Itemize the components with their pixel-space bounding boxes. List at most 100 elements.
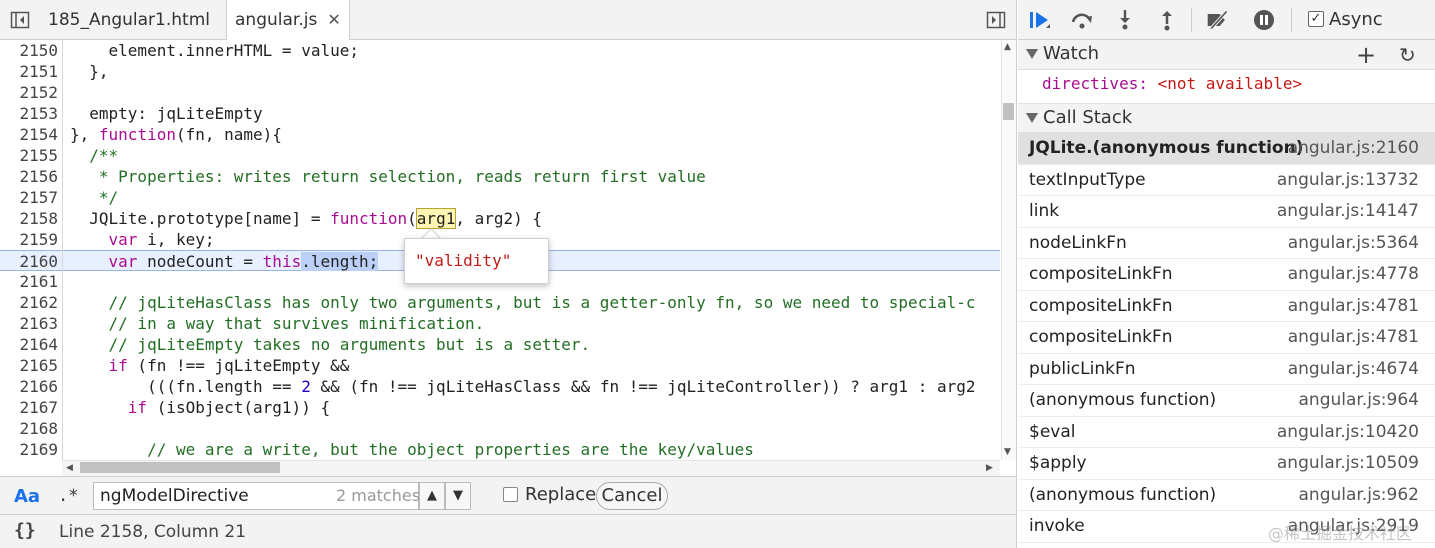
call-frame[interactable]: JQLite.(anonymous function) angular.js:21… bbox=[1018, 133, 1435, 165]
code-line[interactable]: 2151 }, bbox=[0, 61, 1000, 82]
line-number[interactable]: 2165 bbox=[0, 355, 58, 376]
code-line[interactable]: 2165 if (fn !== jqLiteEmpty && bbox=[0, 355, 1000, 376]
call-frame[interactable]: textInputType angular.js:13732 bbox=[1018, 165, 1435, 196]
vertical-scroll-thumb[interactable] bbox=[1003, 103, 1014, 120]
call-frame[interactable]: (anonymous function) angular.js:962 bbox=[1018, 480, 1435, 511]
tab-angular-js[interactable]: angular.js ✕ bbox=[226, 0, 350, 41]
close-tab-icon[interactable]: ✕ bbox=[327, 0, 340, 40]
line-number[interactable]: 2161 bbox=[0, 271, 58, 292]
line-number[interactable]: 2164 bbox=[0, 334, 58, 355]
code-line[interactable]: 2162 // jqLiteHasClass has only two argu… bbox=[0, 292, 1000, 313]
regex-toggle[interactable]: .* bbox=[58, 486, 78, 506]
scroll-down-icon[interactable]: ▼ bbox=[1004, 447, 1011, 457]
code-line[interactable]: 2167 if (isObject(arg1)) { bbox=[0, 397, 1000, 418]
watch-expression[interactable]: directives: <not available> bbox=[1042, 72, 1302, 96]
add-watch-icon[interactable]: + bbox=[1356, 41, 1376, 69]
call-frame[interactable]: $apply angular.js:10509 bbox=[1018, 448, 1435, 480]
code-text: var i, key; bbox=[70, 229, 215, 250]
pretty-print-icon[interactable]: {} bbox=[14, 520, 36, 541]
code-line[interactable]: 2156 * Properties: writes return selecti… bbox=[0, 166, 1000, 187]
pause-on-exceptions-icon[interactable] bbox=[1252, 8, 1276, 32]
call-frame-location[interactable]: angular.js:13732 bbox=[1277, 170, 1419, 190]
call-frame-location[interactable]: angular.js:962 bbox=[1299, 485, 1420, 505]
call-frame[interactable]: $eval angular.js:10420 bbox=[1018, 417, 1435, 448]
cancel-button[interactable]: Cancel bbox=[596, 482, 668, 510]
code-line[interactable]: 2157 */ bbox=[0, 187, 1000, 208]
call-frame-location[interactable]: angular.js:10420 bbox=[1277, 422, 1419, 442]
call-frame[interactable]: compositeLinkFn angular.js:4778 bbox=[1018, 259, 1435, 291]
line-number[interactable]: 2153 bbox=[0, 103, 58, 124]
code-line[interactable]: 2164 // jqLiteEmpty takes no arguments b… bbox=[0, 334, 1000, 355]
call-frame-location[interactable]: angular.js:4674 bbox=[1288, 359, 1419, 379]
tab-185-angular1-html[interactable]: 185_Angular1.html bbox=[48, 0, 210, 40]
call-frame-location[interactable]: angular.js:2160 bbox=[1288, 138, 1419, 158]
call-frame[interactable]: compositeLinkFn angular.js:4781 bbox=[1018, 322, 1435, 354]
code-token: this bbox=[262, 252, 302, 271]
code-line[interactable]: 2155 /** bbox=[0, 145, 1000, 166]
code-line[interactable]: 2154}, function(fn, name){ bbox=[0, 124, 1000, 145]
line-number[interactable]: 2163 bbox=[0, 313, 58, 334]
scroll-up-icon[interactable]: ▲ bbox=[1004, 42, 1011, 52]
cursor-position: Line 2158, Column 21 bbox=[59, 522, 247, 542]
code-line[interactable]: 2169 // we are a write, but the object p… bbox=[0, 439, 1000, 460]
next-match-button[interactable]: ▼ bbox=[445, 482, 471, 510]
line-number[interactable]: 2150 bbox=[0, 40, 58, 61]
deactivate-breakpoints-icon[interactable] bbox=[1206, 8, 1230, 32]
code-line[interactable]: 2168 bbox=[0, 418, 1000, 439]
line-number[interactable]: 2152 bbox=[0, 82, 58, 103]
line-number[interactable]: 2158 bbox=[0, 208, 58, 229]
call-frame-location[interactable]: angular.js:4778 bbox=[1288, 264, 1419, 284]
line-number[interactable]: 2151 bbox=[0, 61, 58, 82]
match-case-toggle[interactable]: Aa bbox=[14, 486, 40, 507]
call-frame[interactable]: compositeLinkFn angular.js:4781 bbox=[1018, 291, 1435, 322]
code-line[interactable]: 2163 // in a way that survives minificat… bbox=[0, 313, 1000, 334]
code-line[interactable]: 2166 (((fn.length == 2 && (fn !== jqLite… bbox=[0, 376, 1000, 397]
call-frame[interactable]: publicLinkFn angular.js:4674 bbox=[1018, 354, 1435, 385]
previous-match-button[interactable]: ▲ bbox=[419, 482, 445, 510]
line-number[interactable]: 2169 bbox=[0, 439, 58, 460]
code-line[interactable]: 2150 element.innerHTML = value; bbox=[0, 40, 1000, 61]
callstack-section-header[interactable]: Call Stack bbox=[1018, 103, 1435, 133]
async-checkbox[interactable]: ✓ bbox=[1308, 11, 1324, 27]
call-frame-location[interactable]: angular.js:14147 bbox=[1277, 201, 1419, 221]
code-token: (isObject(arg1)) { bbox=[147, 398, 331, 417]
line-number[interactable]: 2159 bbox=[0, 229, 58, 250]
call-frame-location[interactable]: angular.js:964 bbox=[1299, 390, 1420, 410]
step-into-icon[interactable] bbox=[1113, 8, 1137, 32]
line-number[interactable]: 2166 bbox=[0, 376, 58, 397]
call-frame-location[interactable]: angular.js:5364 bbox=[1288, 233, 1419, 253]
line-number[interactable]: 2154 bbox=[0, 124, 58, 145]
toggle-navigator-icon[interactable] bbox=[10, 10, 30, 30]
code-text: // jqLiteHasClass has only two arguments… bbox=[70, 292, 976, 313]
call-frame-location[interactable]: angular.js:10509 bbox=[1277, 453, 1419, 473]
call-frame[interactable]: link angular.js:14147 bbox=[1018, 196, 1435, 228]
step-out-icon[interactable] bbox=[1155, 8, 1179, 32]
line-number[interactable]: 2168 bbox=[0, 418, 58, 439]
call-frame-location[interactable]: angular.js:4781 bbox=[1288, 296, 1419, 316]
code-line[interactable]: 2158 JQLite.prototype[name] = function(a… bbox=[0, 208, 1000, 229]
call-frame[interactable]: (anonymous function) angular.js:964 bbox=[1018, 385, 1435, 417]
resume-icon[interactable] bbox=[1028, 8, 1052, 32]
code-text: element.innerHTML = value; bbox=[70, 40, 359, 61]
scroll-right-icon[interactable]: ▶ bbox=[986, 463, 993, 473]
code-text: // jqLiteEmpty takes no arguments but is… bbox=[70, 334, 591, 355]
line-number[interactable]: 2167 bbox=[0, 397, 58, 418]
scroll-left-icon[interactable]: ◀ bbox=[66, 463, 73, 473]
toggle-debugger-icon[interactable] bbox=[986, 10, 1006, 30]
call-frame-location[interactable]: angular.js:4781 bbox=[1288, 327, 1419, 347]
call-frame[interactable]: nodeLinkFn angular.js:5364 bbox=[1018, 228, 1435, 259]
step-over-icon[interactable] bbox=[1070, 8, 1094, 32]
horizontal-scroll-thumb[interactable] bbox=[80, 462, 280, 473]
code-token: function bbox=[98, 125, 176, 144]
line-number[interactable]: 2155 bbox=[0, 145, 58, 166]
line-number[interactable]: 2156 bbox=[0, 166, 58, 187]
line-number[interactable]: 2160 bbox=[0, 251, 58, 272]
line-number[interactable]: 2157 bbox=[0, 187, 58, 208]
replace-checkbox[interactable] bbox=[503, 487, 518, 502]
code-line[interactable]: 2153 empty: jqLiteEmpty bbox=[0, 103, 1000, 124]
code-line[interactable]: 2152 bbox=[0, 82, 1000, 103]
line-number[interactable]: 2162 bbox=[0, 292, 58, 313]
refresh-icon[interactable]: ↻ bbox=[1399, 43, 1416, 67]
